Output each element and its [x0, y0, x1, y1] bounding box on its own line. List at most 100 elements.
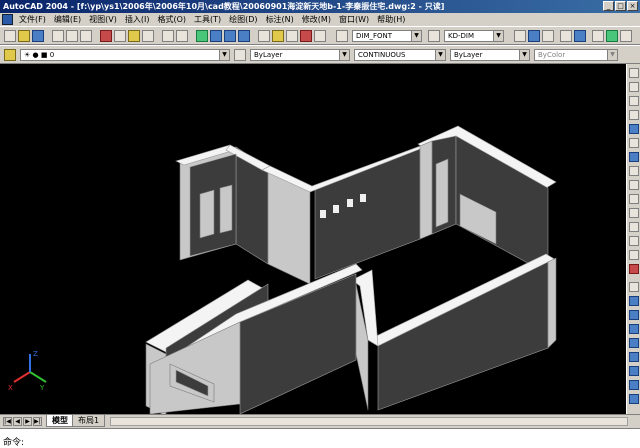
layer-manager-icon[interactable]	[4, 49, 16, 61]
tab-layout1[interactable]: 布局1	[72, 415, 106, 427]
match-properties-icon[interactable]	[142, 30, 154, 42]
last-tab-icon[interactable]: ▶|	[33, 417, 42, 426]
plotstyle-select[interactable]: ByColor ▼	[534, 49, 618, 61]
solids-wedge-icon[interactable]	[629, 338, 639, 348]
trim-icon[interactable]	[629, 194, 639, 204]
menu-draw[interactable]: 绘图(D)	[225, 14, 261, 25]
break-icon[interactable]	[629, 222, 639, 232]
move-icon[interactable]	[629, 138, 639, 148]
erase-icon[interactable]	[629, 68, 639, 78]
chevron-down-icon[interactable]: ▼	[411, 31, 421, 41]
design-center-icon[interactable]	[272, 30, 284, 42]
lineweight-select[interactable]: ByLayer ▼	[450, 49, 530, 61]
array-icon[interactable]	[629, 124, 639, 134]
autocad-app-icon[interactable]	[2, 14, 13, 25]
chamfer-icon[interactable]	[629, 236, 639, 246]
stretch-icon[interactable]	[629, 180, 639, 190]
offset-icon[interactable]	[629, 110, 639, 120]
close-button[interactable]: ×	[627, 1, 638, 11]
color-select[interactable]: ByLayer ▼	[250, 49, 350, 61]
first-tab-icon[interactable]: |◀	[3, 417, 12, 426]
toolbar-extra-4-icon[interactable]	[560, 30, 572, 42]
chevron-down-icon[interactable]: ▼	[339, 50, 349, 60]
print-preview-icon[interactable]	[66, 30, 78, 42]
zoom-window-icon[interactable]	[224, 30, 236, 42]
menu-dimension[interactable]: 标注(N)	[262, 14, 298, 25]
cut-icon[interactable]	[100, 30, 112, 42]
print-icon[interactable]	[52, 30, 64, 42]
copy-icon[interactable]	[114, 30, 126, 42]
revolve-icon[interactable]	[629, 380, 639, 390]
maximize-button[interactable]: □	[615, 1, 626, 11]
chevron-down-icon[interactable]: ▼	[435, 50, 445, 60]
toolbar-extra-7-icon[interactable]	[606, 30, 618, 42]
open-file-icon[interactable]	[18, 30, 30, 42]
menu-file[interactable]: 文件(F)	[15, 14, 50, 25]
explode-icon[interactable]	[629, 264, 639, 274]
copy-object-icon[interactable]	[629, 82, 639, 92]
redo-icon[interactable]	[176, 30, 188, 42]
menu-edit[interactable]: 编辑(E)	[50, 14, 85, 25]
mirror-icon[interactable]	[629, 96, 639, 106]
command-line[interactable]: 命令:	[0, 428, 640, 448]
layer-state-icons: ☀ ● ■	[24, 51, 50, 59]
solids-cylinder-icon[interactable]	[629, 310, 639, 320]
horizontal-scrollbar[interactable]	[110, 417, 628, 426]
properties-icon[interactable]	[258, 30, 270, 42]
linetype-select[interactable]: CONTINUOUS ▼	[354, 49, 446, 61]
undo-icon[interactable]	[162, 30, 174, 42]
solids-sphere-icon[interactable]	[629, 296, 639, 306]
chevron-down-icon[interactable]: ▼	[219, 50, 229, 60]
markup-icon[interactable]	[300, 30, 312, 42]
zoom-previous-icon[interactable]	[238, 30, 250, 42]
menu-help[interactable]: 帮助(H)	[373, 14, 409, 25]
linetype-value: CONTINUOUS	[358, 51, 406, 59]
solids-box-icon[interactable]	[629, 282, 639, 292]
toolbar-extra-3-icon[interactable]	[542, 30, 554, 42]
save-icon[interactable]	[32, 30, 44, 42]
solids-torus-icon[interactable]	[629, 352, 639, 362]
toolbar-extra-1-icon[interactable]	[514, 30, 526, 42]
toolbar-extra-6-icon[interactable]	[592, 30, 604, 42]
chevron-down-icon[interactable]: ▼	[607, 50, 617, 60]
menu-view[interactable]: 视图(V)	[85, 14, 121, 25]
menu-modify[interactable]: 修改(M)	[298, 14, 335, 25]
chevron-down-icon[interactable]: ▼	[493, 31, 503, 41]
toolbar-extra-5-icon[interactable]	[574, 30, 586, 42]
chevron-down-icon[interactable]: ▼	[519, 50, 529, 60]
extend-icon[interactable]	[629, 208, 639, 218]
slice-icon[interactable]	[629, 394, 639, 404]
solids-cone-icon[interactable]	[629, 324, 639, 334]
publish-icon[interactable]	[80, 30, 92, 42]
text-style-select[interactable]: DIM_FONT ▼	[352, 30, 422, 42]
prev-tab-icon[interactable]: ◀	[13, 417, 22, 426]
help-icon[interactable]	[314, 30, 326, 42]
scale-icon[interactable]	[629, 166, 639, 176]
text-style-icon[interactable]	[336, 30, 348, 42]
toolbar-extra-8-icon[interactable]	[620, 30, 632, 42]
tool-palettes-icon[interactable]	[286, 30, 298, 42]
pan-icon[interactable]	[196, 30, 208, 42]
menu-tools[interactable]: 工具(T)	[190, 14, 225, 25]
extrude-icon[interactable]	[629, 366, 639, 376]
fillet-icon[interactable]	[629, 250, 639, 260]
dim-style-icon[interactable]	[428, 30, 440, 42]
make-current-layer-icon[interactable]	[234, 49, 246, 61]
ucs-y-label: Y	[39, 384, 45, 392]
zoom-realtime-icon[interactable]	[210, 30, 222, 42]
dim-style-select[interactable]: KD-DIM ▼	[444, 30, 504, 42]
paste-icon[interactable]	[128, 30, 140, 42]
new-file-icon[interactable]	[4, 30, 16, 42]
tab-model[interactable]: 模型	[46, 415, 74, 427]
minimize-button[interactable]: _	[603, 1, 614, 11]
next-tab-icon[interactable]: ▶	[23, 417, 32, 426]
menu-format[interactable]: 格式(O)	[153, 14, 190, 25]
layer-select[interactable]: ☀ ● ■ 0 ▼	[20, 49, 230, 61]
ucs-z-label: Z	[33, 350, 38, 358]
menu-insert[interactable]: 插入(I)	[121, 14, 154, 25]
menu-window[interactable]: 窗口(W)	[335, 14, 373, 25]
drawing-canvas[interactable]: .tp{fill:#f4f4f4;stroke:#9a9a9a;stroke-w…	[0, 64, 626, 414]
rotate-icon[interactable]	[629, 152, 639, 162]
command-prompt: 命令:	[3, 438, 25, 448]
toolbar-extra-2-icon[interactable]	[528, 30, 540, 42]
